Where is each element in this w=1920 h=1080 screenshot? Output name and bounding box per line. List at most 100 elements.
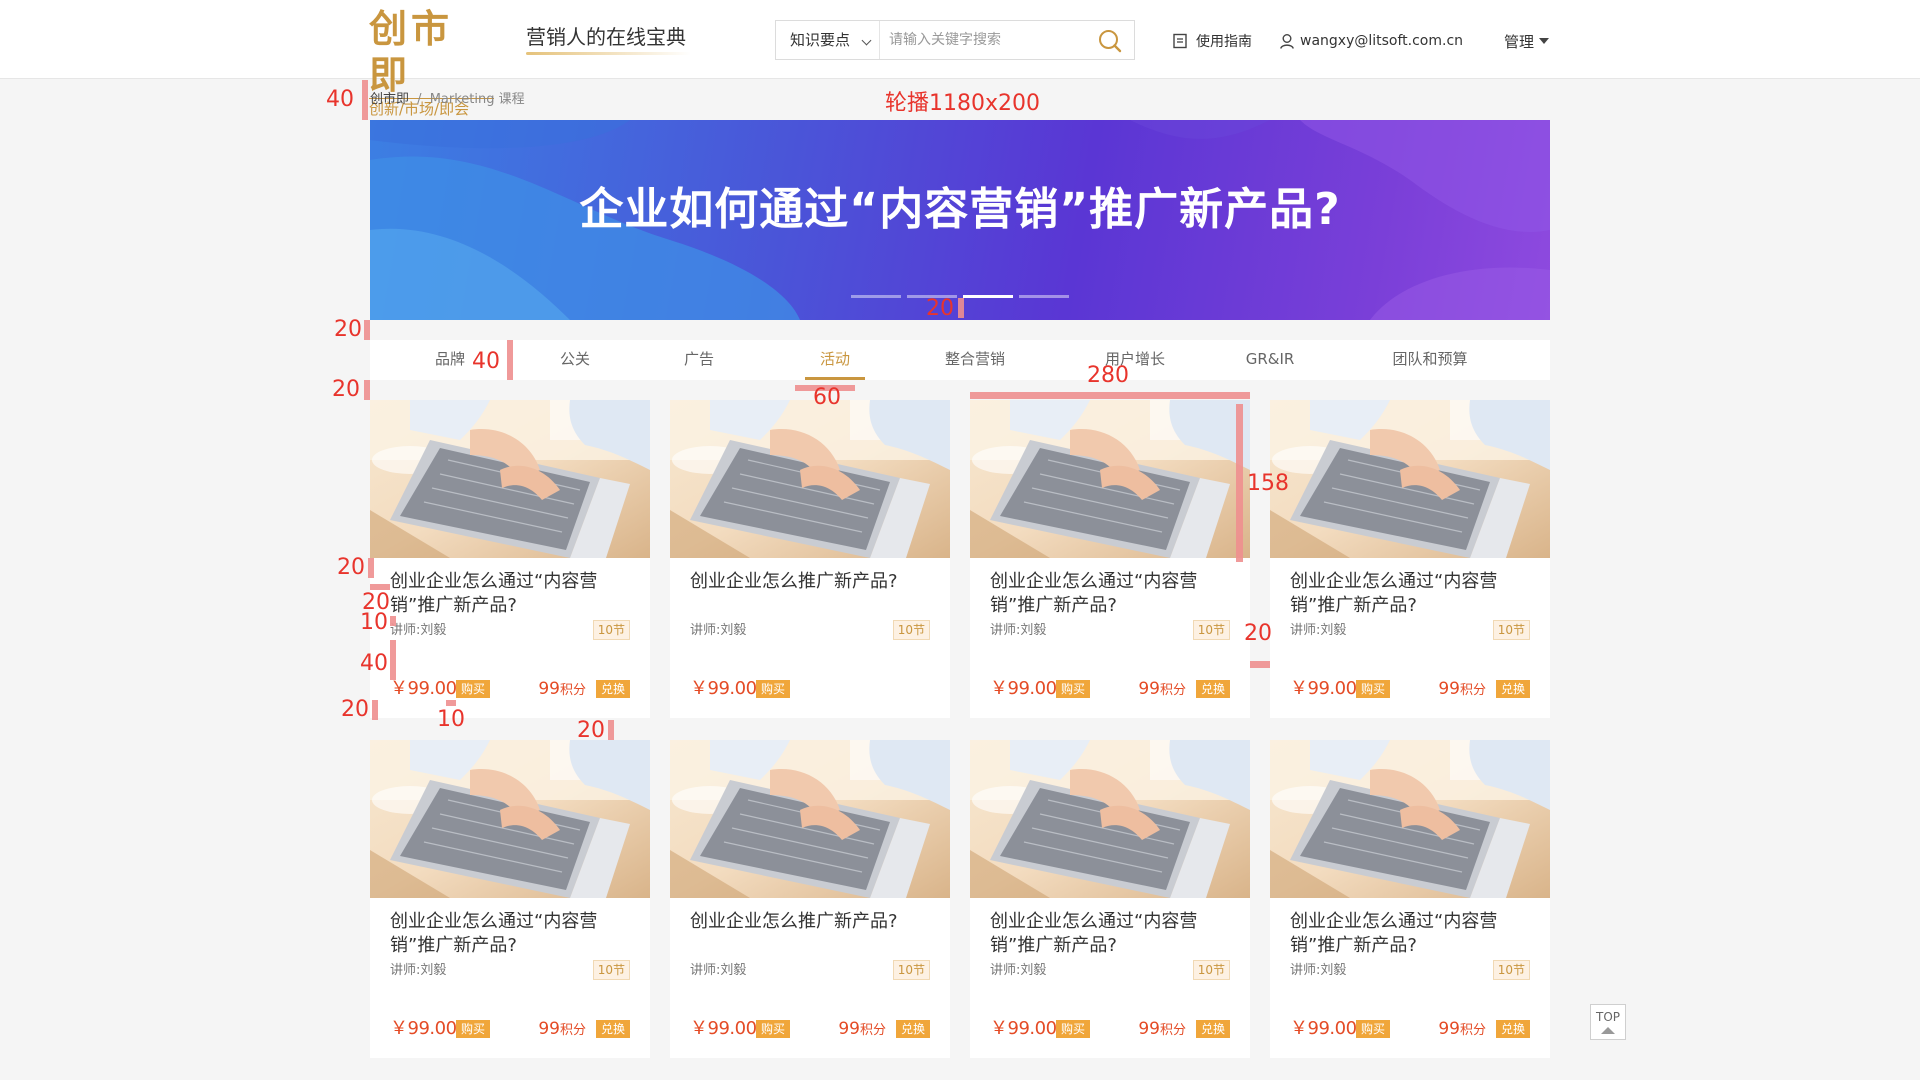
tab-team-budget[interactable]: 团队和预算 (1370, 340, 1490, 380)
search-box: 知识要点 (775, 20, 1135, 60)
tab-label: 公关 (559, 350, 590, 368)
logo-wordmark: 创市即 (369, 7, 454, 97)
buy-button[interactable]: 购买 (456, 1020, 491, 1038)
annotation-row-gap: 20 (577, 718, 605, 743)
lesson-count-badge: 10节 (592, 620, 630, 640)
tab-gr-ir[interactable]: GR&IR (1230, 340, 1310, 380)
user-account-link[interactable]: wangxy@litsoft.com.cn (1279, 30, 1463, 52)
price-row: ￥99.00 购买 99积分 兑换 (1290, 1017, 1530, 1041)
points-value: 99 (1438, 679, 1460, 699)
course-card[interactable]: 创业企业怎么推广新产品? 讲师:刘毅 10节 ￥99.00 购买 99积分 兑换 (670, 740, 950, 1058)
course-card[interactable]: 创业企业怎么通过“内容营销”推广新产品? 讲师:刘毅 10节 ￥99.00 购买… (370, 400, 650, 718)
user-guide-label: 使用指南 (1196, 34, 1252, 50)
site-logo[interactable]: 创市即 创新/市场/即会 (369, 6, 494, 118)
course-card[interactable]: 创业企业怎么通过“内容营销”推广新产品? 讲师:刘毅 10节 ￥99.00 购买… (970, 740, 1250, 1058)
buy-button[interactable]: 购买 (1356, 1020, 1391, 1038)
buy-button[interactable]: 购买 (756, 680, 791, 698)
carousel-dot[interactable] (1019, 295, 1069, 298)
annotation-bar (608, 720, 614, 740)
points-unit: 积分 (1459, 683, 1486, 698)
exchange-button[interactable]: 兑换 (1195, 680, 1230, 698)
breadcrumb: 创市即 / Marketing 课程 (370, 90, 525, 110)
course-teacher: 讲师:刘毅 (690, 963, 747, 978)
breadcrumb-separator: / (417, 92, 422, 107)
tab-events[interactable]: 活动 (795, 340, 875, 380)
buy-button[interactable]: 购买 (756, 1020, 791, 1038)
points-value: 99 (1138, 1019, 1160, 1039)
price-row: ￥99.00 购买 99积分 兑换 (390, 677, 630, 701)
annotation-thumb-height: 158 (1247, 471, 1289, 496)
course-price: ￥99.00 (690, 678, 757, 699)
annotation-banner-size: 轮播1180x200 (885, 91, 1040, 116)
price-row: ￥99.00 购买 (690, 677, 930, 701)
annotation-col-gap: 20 (1244, 621, 1272, 646)
carousel-dot-active[interactable] (963, 295, 1013, 298)
course-price: ￥99.00 (390, 678, 457, 699)
course-card[interactable]: 创业企业怎么通过“内容营销”推广新产品? 讲师:刘毅 10节 ￥99.00 购买… (370, 740, 650, 1058)
course-card[interactable]: 创业企业怎么通过“内容营销”推广新产品? 讲师:刘毅 10节 ￥99.00 购买… (1270, 400, 1550, 718)
tab-label: 广告 (683, 350, 714, 368)
back-to-top-label: TOP (1595, 1010, 1620, 1024)
course-title: 创业企业怎么通过“内容营销”推广新产品? (390, 571, 598, 616)
points-value: 99 (1138, 679, 1160, 699)
buy-button[interactable]: 购买 (1056, 680, 1091, 698)
annotation-tab-height: 40 (472, 349, 500, 374)
annotation-bar (390, 616, 396, 626)
course-price: ￥99.00 (990, 678, 1057, 699)
course-teacher: 讲师:刘毅 (690, 623, 747, 638)
annotation-tab-underline-width: 60 (813, 385, 841, 410)
tab-pr[interactable]: 公关 (550, 340, 600, 380)
tab-integrated-marketing[interactable]: 整合营销 (920, 340, 1030, 380)
buy-button[interactable]: 购买 (456, 680, 491, 698)
points-price: 99积分 (1438, 1017, 1486, 1043)
annotation-breadcrumb-height: 40 (326, 87, 354, 112)
points-price: 99积分 (1138, 677, 1186, 703)
search-category-select[interactable]: 知识要点 (776, 21, 880, 59)
tab-label: 团队和预算 (1392, 350, 1468, 368)
tab-label: 整合营销 (944, 350, 1005, 368)
exchange-button[interactable]: 兑换 (1495, 680, 1530, 698)
points-unit: 积分 (559, 683, 586, 698)
course-title: 创业企业怎么通过“内容营销”推广新产品? (990, 571, 1198, 616)
tab-advertising[interactable]: 广告 (674, 340, 724, 380)
manage-menu[interactable]: 管理 (1504, 30, 1550, 52)
breadcrumb-home[interactable]: 创市即 (370, 92, 409, 107)
lesson-count-badge: 10节 (892, 960, 930, 980)
lesson-count-badge: 10节 (1192, 960, 1230, 980)
annotation-title-top: 20 (337, 555, 365, 580)
course-teacher: 讲师:刘毅 (990, 623, 1047, 638)
points-unit: 积分 (1159, 683, 1186, 698)
search-icon[interactable] (1097, 28, 1123, 54)
annotation-bar (372, 700, 378, 720)
back-to-top-button[interactable]: TOP (1590, 1004, 1626, 1040)
exchange-button[interactable]: 兑换 (595, 680, 630, 698)
course-card[interactable]: 创业企业怎么推广新产品? 讲师:刘毅 10节 ￥99.00 购买 (670, 400, 950, 718)
category-tabs: 品牌 公关 广告 活动 整合营销 用户增长 GR&IR 团队和预算 (370, 340, 1550, 380)
annotation-bar (958, 298, 964, 318)
price-row: ￥99.00 购买 99积分 兑换 (990, 677, 1230, 701)
course-teacher: 讲师:刘毅 (390, 963, 447, 978)
annotation-buy-gap: 10 (437, 707, 465, 732)
user-guide-link[interactable]: 使用指南 (1172, 30, 1252, 52)
course-thumbnail (670, 400, 950, 558)
course-title: 创业企业怎么通过“内容营销”推广新产品? (390, 911, 598, 956)
course-card[interactable]: 创业企业怎么通过“内容营销”推广新产品? 讲师:刘毅 10节 ￥99.00 购买… (1270, 740, 1550, 1058)
exchange-button[interactable]: 兑换 (895, 1020, 930, 1038)
price-row: ￥99.00 购买 99积分 兑换 (390, 1017, 630, 1041)
tab-brand[interactable]: 品牌 (425, 340, 475, 380)
annotation-bar (390, 640, 396, 680)
tab-label: 品牌 (434, 350, 465, 368)
exchange-button[interactable]: 兑换 (1195, 1020, 1230, 1038)
annotation-banner-gap: 20 (334, 317, 362, 342)
buy-button[interactable]: 购买 (1056, 1020, 1091, 1038)
course-title: 创业企业怎么通过“内容营销”推广新产品? (990, 911, 1198, 956)
annotation-bar (507, 340, 513, 380)
buy-button[interactable]: 购买 (1356, 680, 1391, 698)
course-card[interactable]: 创业企业怎么通过“内容营销”推广新产品? 讲师:刘毅 10节 ￥99.00 购买… (970, 400, 1250, 718)
exchange-button[interactable]: 兑换 (1495, 1020, 1530, 1038)
site-slogan: 营销人的在线宝典 (526, 25, 686, 49)
exchange-button[interactable]: 兑换 (595, 1020, 630, 1038)
carousel-dot[interactable] (851, 295, 901, 298)
banner-carousel[interactable]: 企业如何通过“内容营销”推广新产品? (370, 120, 1550, 320)
search-input[interactable] (889, 29, 1089, 51)
